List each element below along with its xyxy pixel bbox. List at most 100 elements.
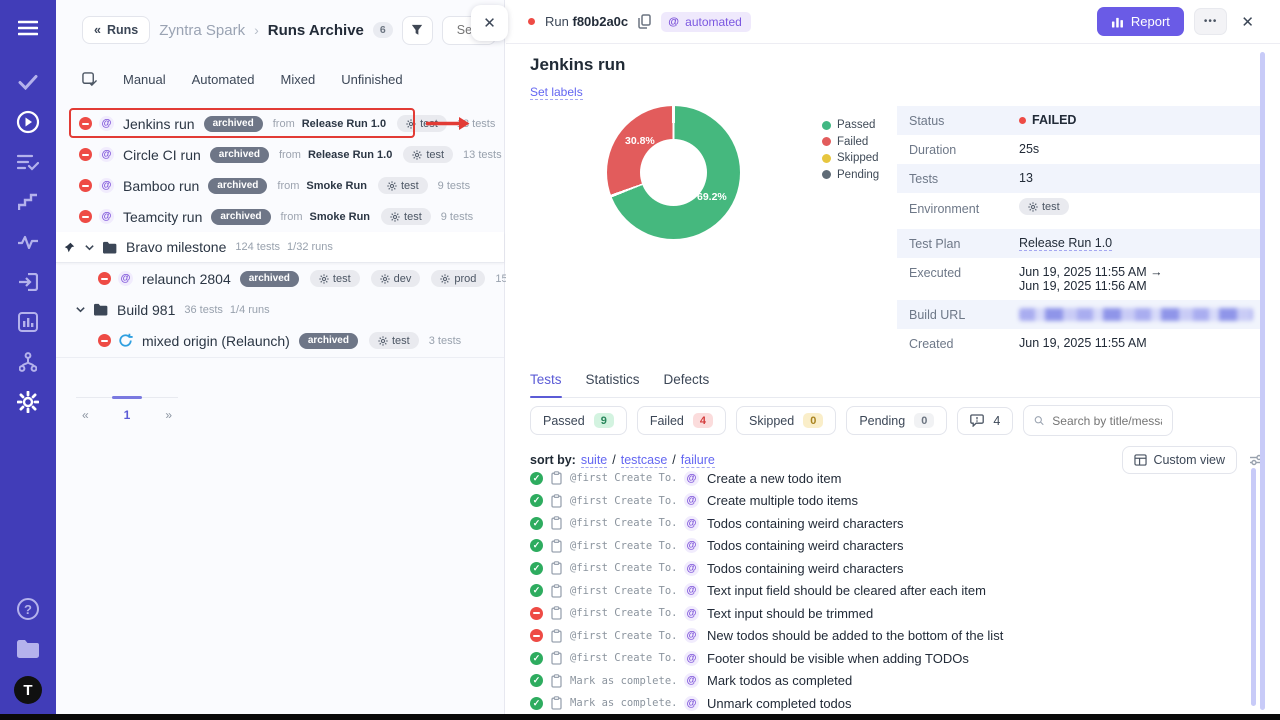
folder-row-build-981[interactable]: Build 981 36 tests 1/4 runs [56, 294, 504, 325]
close-detail-button[interactable]: ✕ [1237, 13, 1258, 31]
test-title[interactable]: Mark todos as completed [707, 673, 852, 688]
run-row-bamboo[interactable]: @ Bamboo run archived from Smoke Run tes… [56, 170, 504, 201]
tab-mixed[interactable]: Mixed [281, 72, 316, 87]
run-row-circleci[interactable]: @ Circle CI run archived from Release Ru… [56, 139, 504, 170]
test-row[interactable]: Mark as complete... @ Mark todos as comp… [530, 670, 1248, 693]
clipboard-icon[interactable] [551, 494, 562, 508]
menu-icon[interactable] [16, 16, 40, 40]
test-row[interactable]: @first Create To... @ New todos should b… [530, 625, 1248, 648]
folder-name[interactable]: Bravo milestone [126, 239, 226, 255]
sort-testcase-link[interactable]: testcase [621, 453, 668, 468]
clipboard-icon[interactable] [551, 629, 562, 643]
test-title[interactable]: Create a new todo item [707, 471, 841, 486]
test-row[interactable]: @first Create To... @ Todos containing w… [530, 535, 1248, 558]
test-title[interactable]: Footer should be visible when adding TOD… [707, 651, 969, 666]
pagination-prev[interactable]: « [82, 408, 89, 422]
select-runs-icon[interactable] [82, 72, 97, 87]
clipboard-icon[interactable] [551, 584, 562, 598]
analytics-chart-icon[interactable] [16, 310, 40, 334]
tab-automated[interactable]: Automated [192, 72, 255, 87]
suite-name[interactable]: @first Create To... [570, 607, 676, 619]
run-name[interactable]: Jenkins run [123, 116, 195, 132]
filter-pending-chip[interactable]: Pending 0 [846, 406, 947, 435]
app-logo[interactable]: T [14, 676, 42, 704]
test-plan-link[interactable]: Release Run 1.0 [1019, 236, 1112, 251]
test-title[interactable]: Text input field should be cleared after… [707, 583, 986, 598]
run-row-teamcity[interactable]: @ Teamcity run archived from Smoke Run t… [56, 201, 504, 232]
filter-passed-chip[interactable]: Passed 9 [530, 406, 627, 435]
filter-failed-chip[interactable]: Failed 4 [637, 406, 726, 435]
run-row-jenkins[interactable]: @ Jenkins run archived from Release Run … [56, 108, 504, 139]
suite-name[interactable]: @first Create To... [570, 517, 676, 529]
run-name[interactable]: Teamcity run [123, 209, 202, 225]
clipboard-icon[interactable] [551, 516, 562, 530]
clipboard-icon[interactable] [551, 561, 562, 575]
tab-unfinished[interactable]: Unfinished [341, 72, 402, 87]
back-to-runs-button[interactable]: « Runs [82, 16, 150, 44]
more-options-button[interactable]: ••• [1194, 8, 1228, 35]
suite-name[interactable]: @first Create To... [570, 540, 676, 552]
run-name[interactable]: Bamboo run [123, 178, 199, 194]
set-labels-link[interactable]: Set labels [530, 85, 583, 100]
tab-defects[interactable]: Defects [664, 372, 710, 387]
test-row[interactable]: @first Create To... @ Create a new todo … [530, 467, 1248, 490]
clipboard-icon[interactable] [551, 539, 562, 553]
test-plans-icon[interactable] [16, 150, 40, 174]
pagination-page-1[interactable]: 1 [124, 408, 131, 422]
suite-name[interactable]: @first Create To... [570, 562, 676, 574]
runs-play-icon[interactable] [16, 110, 40, 134]
chevron-down-icon[interactable] [75, 304, 86, 315]
run-row-relaunch-2804[interactable]: @ relaunch 2804 archived test dev prod 1… [56, 263, 504, 294]
clipboard-icon[interactable] [551, 606, 562, 620]
test-title[interactable]: Todos containing weird characters [707, 561, 904, 576]
clipboard-icon[interactable] [551, 651, 562, 665]
copy-icon[interactable] [638, 14, 651, 29]
test-title[interactable]: Unmark completed todos [707, 696, 852, 711]
pagination-next[interactable]: » [165, 408, 172, 422]
build-url-redacted-link[interactable] [1019, 308, 1253, 321]
folder-name[interactable]: Build 981 [117, 302, 175, 318]
suite-name[interactable]: @first Create To... [570, 495, 676, 507]
test-row[interactable]: @first Create To... @ Todos containing w… [530, 512, 1248, 535]
run-name[interactable]: Circle CI run [123, 147, 201, 163]
tests-search-box[interactable] [1023, 405, 1173, 436]
report-button[interactable]: Report [1097, 7, 1184, 36]
projects-folder-icon[interactable] [16, 636, 40, 660]
branch-icon[interactable] [16, 350, 40, 374]
tab-statistics[interactable]: Statistics [586, 372, 640, 387]
clipboard-icon[interactable] [551, 471, 562, 485]
suite-name[interactable]: @first Create To... [570, 652, 676, 664]
test-title[interactable]: Create multiple todo items [707, 493, 858, 508]
suite-name[interactable]: Mark as complete... [570, 697, 676, 709]
test-row[interactable]: Mark as complete... @ Unmark completed t… [530, 692, 1248, 715]
pulse-activity-icon[interactable] [16, 230, 40, 254]
filter-comments-chip[interactable]: 4 [957, 407, 1013, 435]
test-title[interactable]: Todos containing weird characters [707, 516, 904, 531]
suite-name[interactable]: @first Create To... [570, 630, 676, 642]
settings-gear-icon[interactable] [16, 390, 40, 414]
filter-skipped-chip[interactable]: Skipped 0 [736, 406, 836, 435]
test-row[interactable]: @first Create To... @ Footer should be v… [530, 647, 1248, 670]
sort-suite-link[interactable]: suite [581, 453, 607, 468]
detail-scrollbar[interactable] [1260, 52, 1265, 710]
tab-manual[interactable]: Manual [123, 72, 166, 87]
suite-name[interactable]: Mark as complete... [570, 675, 676, 687]
chevron-down-icon[interactable] [84, 242, 95, 253]
test-row[interactable]: @first Create To... @ Create multiple to… [530, 490, 1248, 513]
test-title[interactable]: New todos should be added to the bottom … [707, 628, 1003, 643]
import-icon[interactable] [16, 270, 40, 294]
clipboard-icon[interactable] [551, 674, 562, 688]
test-title[interactable]: Text input should be trimmed [707, 606, 873, 621]
run-row-mixed-origin[interactable]: mixed origin (Relaunch) archived test 3 … [56, 325, 504, 356]
tab-tests[interactable]: Tests [530, 372, 562, 387]
suite-name[interactable]: @first Create To... [570, 585, 676, 597]
run-name[interactable]: mixed origin (Relaunch) [142, 333, 290, 349]
tests-check-icon[interactable] [16, 70, 40, 94]
filter-button[interactable] [402, 16, 433, 45]
run-name[interactable]: relaunch 2804 [142, 271, 231, 287]
close-panel-button[interactable]: ✕ [471, 5, 508, 41]
folder-row-bravo-milestone[interactable]: Bravo milestone 124 tests 1/32 runs [56, 232, 504, 263]
test-row[interactable]: @first Create To... @ Text input field s… [530, 580, 1248, 603]
test-row[interactable]: @first Create To... @ Todos containing w… [530, 557, 1248, 580]
test-title[interactable]: Todos containing weird characters [707, 538, 904, 553]
